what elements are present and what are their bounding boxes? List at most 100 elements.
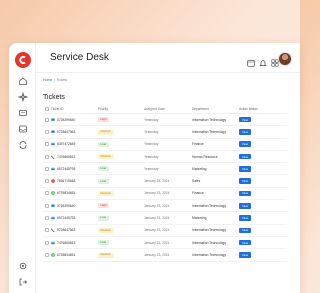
- ticket-id: 6397472649: [57, 142, 76, 147]
- table-row[interactable]: 6572445793 Low January 23, 2024 Marketing Vi…: [42, 212, 287, 225]
- select-all-checkbox[interactable]: [44, 106, 49, 111]
- view-button[interactable]: View: [239, 215, 252, 221]
- department: Information Technology: [192, 228, 227, 233]
- table-row[interactable]: 7656719648 Low January 23, 2024 Sales View: [42, 175, 287, 188]
- chat-icon: [51, 130, 55, 134]
- assigned-date: January 23, 2024: [144, 240, 170, 245]
- priority-badge: Medium: [98, 154, 114, 160]
- whatsapp-icon: [51, 253, 55, 257]
- table-row[interactable]: 9728647563 Medium Yesterday Information Tec…: [42, 126, 287, 139]
- table-header: Ticket ID Priority Assigned Date Departm…: [42, 104, 287, 114]
- view-button[interactable]: View: [239, 116, 252, 123]
- view-button[interactable]: View: [239, 227, 252, 234]
- view-button[interactable]: View: [239, 129, 252, 135]
- view-button[interactable]: View: [239, 178, 252, 184]
- department: Human Resource: [192, 154, 218, 159]
- col-department: Department: [192, 106, 209, 111]
- assigned-date: January 23, 2024: [144, 203, 170, 208]
- priority-badge: Medium: [98, 252, 114, 258]
- inbox-icon[interactable]: [18, 124, 28, 134]
- settings-icon[interactable]: [18, 261, 28, 271]
- view-button[interactable]: View: [239, 153, 252, 160]
- table-row[interactable]: 6739834651 Medium January 23, 2024 Finance V…: [42, 188, 287, 201]
- table-row[interactable]: 3728299640 High Yesterday Information Techn…: [42, 114, 287, 127]
- table-row[interactable]: 9728647563 Medium January 23, 2024 Informat…: [42, 225, 287, 237]
- ticket-id: 9728647563: [57, 228, 76, 233]
- ticket-id: 6739834651: [57, 191, 76, 196]
- row-checkbox[interactable]: [44, 191, 49, 196]
- logout-icon[interactable]: [18, 277, 28, 287]
- view-button[interactable]: View: [239, 239, 252, 246]
- row-checkbox[interactable]: [44, 154, 49, 159]
- user-avatar[interactable]: [278, 52, 292, 66]
- row-checkbox[interactable]: [44, 129, 49, 134]
- alert-icon: [51, 179, 55, 183]
- app-title: Service Desk: [50, 52, 109, 63]
- ticket-id: 3728299640: [57, 203, 76, 208]
- col-assigned-date: Assigned Date: [144, 106, 165, 111]
- table-row[interactable]: 6572445793 Low Yesterday Marketing View: [42, 163, 287, 176]
- table-row[interactable]: 3728299640 High January 23, 2024 Informatio…: [42, 200, 287, 213]
- breadcrumb-home[interactable]: Home: [43, 78, 52, 82]
- department: Information Technology: [192, 240, 227, 245]
- assigned-date: January 23, 2024: [144, 252, 170, 257]
- department: Information Technology: [192, 252, 227, 257]
- ticket-id: 7656719648: [57, 179, 76, 184]
- view-button[interactable]: View: [239, 141, 252, 148]
- col-action: Action Button: [239, 106, 258, 111]
- row-checkbox[interactable]: [44, 117, 49, 122]
- compass-icon[interactable]: [18, 92, 28, 102]
- priority-badge: High: [98, 117, 110, 123]
- breadcrumb-current: Tickets: [56, 78, 68, 82]
- row-checkbox[interactable]: [44, 228, 49, 233]
- ticket-id: 7476665813: [57, 240, 76, 245]
- ticket-id: 6572445793: [57, 166, 76, 171]
- priority-badge: Medium: [98, 129, 114, 135]
- row-checkbox[interactable]: [44, 216, 49, 221]
- home-icon[interactable]: [18, 76, 28, 86]
- department: Information Technology: [192, 117, 227, 122]
- priority-badge: Low: [98, 178, 109, 184]
- row-checkbox[interactable]: [44, 240, 49, 245]
- tickets-table: Ticket ID Priority Assigned Date Departm…: [42, 104, 287, 262]
- ticket-id: 9728647563: [57, 129, 76, 134]
- sync-icon[interactable]: [18, 140, 28, 150]
- table-row[interactable]: 6397472649 Low Yesterday Finance View: [42, 139, 287, 151]
- page-title: Tickets: [43, 94, 65, 101]
- table-row[interactable]: 7476665813 Medium Yesterday Human Resource V…: [42, 151, 287, 164]
- row-checkbox[interactable]: [44, 203, 49, 208]
- row-checkbox[interactable]: [44, 252, 49, 257]
- calendar-icon[interactable]: [247, 54, 255, 67]
- table-row[interactable]: 7476665813 Low January 23, 2024 Information…: [42, 237, 287, 250]
- whatsapp-icon: [51, 191, 55, 196]
- ticket-icon[interactable]: [18, 108, 28, 118]
- sidebar: [9, 43, 36, 293]
- department: Sales: [192, 179, 201, 184]
- priority-badge: High: [98, 203, 110, 209]
- view-button[interactable]: View: [239, 166, 252, 172]
- email-icon: [51, 167, 55, 171]
- col-priority: Priority: [98, 106, 108, 111]
- email-icon: [51, 142, 55, 146]
- priority-badge: Low: [98, 141, 109, 147]
- view-button[interactable]: View: [239, 252, 252, 258]
- ticket-id: 6739834651: [57, 252, 76, 257]
- row-checkbox[interactable]: [44, 179, 49, 184]
- bell-icon[interactable]: [259, 54, 267, 66]
- row-checkbox[interactable]: [44, 166, 49, 171]
- row-checkbox[interactable]: [44, 142, 49, 147]
- brand-logo[interactable]: [15, 52, 31, 68]
- assigned-date: Yesterday: [144, 129, 159, 134]
- assigned-date: Yesterday: [144, 117, 159, 122]
- chat-icon: [51, 118, 55, 122]
- phone-icon: [51, 228, 55, 233]
- department: Marketing: [192, 216, 207, 221]
- email-icon: [51, 216, 55, 220]
- view-button[interactable]: View: [239, 202, 252, 209]
- table-row[interactable]: 6739834651 Medium January 23, 2024 Informat…: [42, 249, 287, 262]
- assigned-date: Yesterday: [144, 142, 159, 147]
- logo-icon: [19, 56, 26, 64]
- view-button[interactable]: View: [239, 190, 252, 197]
- email-icon: [51, 241, 55, 245]
- department: Marketing: [192, 166, 207, 171]
